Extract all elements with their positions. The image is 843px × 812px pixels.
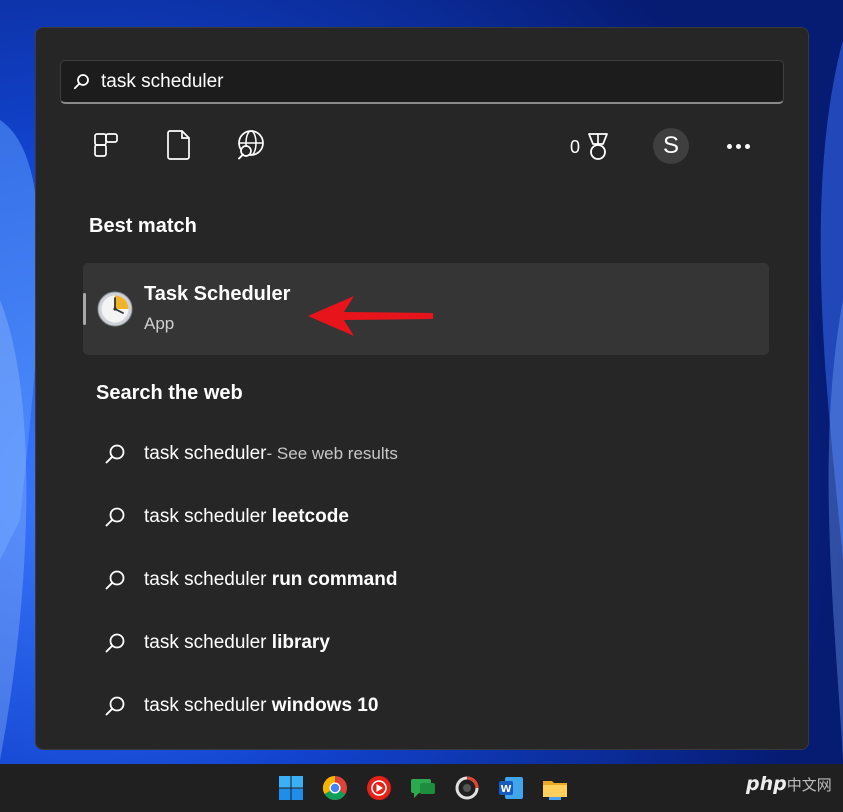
word-icon[interactable]: W xyxy=(496,773,526,803)
web-result-text: task scheduler xyxy=(144,443,267,464)
web-result-text: task scheduler xyxy=(144,569,272,590)
search-web-heading: Search the web xyxy=(96,382,243,404)
chrome-icon[interactable] xyxy=(320,773,350,803)
taskbar: W xyxy=(0,764,843,812)
web-result-bold-text: run command xyxy=(271,569,398,590)
web-result-text: task scheduler xyxy=(144,506,272,527)
search-panel: 0 S Best match Task Scheduler App Sea xyxy=(35,27,809,750)
search-box[interactable] xyxy=(60,60,784,104)
best-match-heading: Best match xyxy=(89,215,197,237)
selection-indicator xyxy=(83,293,86,325)
messages-icon[interactable] xyxy=(408,773,438,803)
rewards-points[interactable]: 0 xyxy=(570,132,612,162)
web-result-bold-text: library xyxy=(271,632,330,653)
web-result-item[interactable]: task scheduler windows 10 xyxy=(103,688,783,724)
search-icon xyxy=(73,74,89,90)
web-result-text: task scheduler xyxy=(144,632,272,653)
web-result-item[interactable]: task scheduler library xyxy=(103,625,783,661)
web-result-suffix: - See web results xyxy=(266,444,398,463)
search-icon xyxy=(103,694,127,718)
account-avatar[interactable]: S xyxy=(653,128,689,164)
web-result-text: task scheduler xyxy=(144,695,272,716)
youtube-music-icon[interactable] xyxy=(364,773,394,803)
apps-filter-icon[interactable] xyxy=(89,128,123,162)
more-dot-icon xyxy=(744,143,750,149)
web-result-item[interactable]: task scheduler run command xyxy=(103,562,783,598)
svg-text:W: W xyxy=(500,784,511,795)
web-filter-icon[interactable] xyxy=(234,128,268,162)
medal-icon xyxy=(588,133,608,160)
search-icon xyxy=(103,568,127,592)
avatar-initial: S xyxy=(662,132,679,159)
search-icon xyxy=(103,442,127,466)
clock-icon xyxy=(97,291,133,327)
app-type: App xyxy=(144,314,175,333)
watermark-site: 中文网 xyxy=(786,776,832,794)
search-icon xyxy=(103,631,127,655)
web-result-bold-text: windows 10 xyxy=(271,695,379,716)
more-options-button[interactable] xyxy=(720,128,756,164)
app-name: Task Scheduler xyxy=(144,283,291,305)
photo-editor-icon[interactable] xyxy=(452,773,482,803)
file-explorer-icon[interactable] xyxy=(540,773,570,803)
web-result-item[interactable]: task scheduler leetcode xyxy=(103,499,783,535)
search-icon xyxy=(103,505,127,529)
more-dot-icon xyxy=(726,143,732,149)
annotation-arrow-icon xyxy=(308,296,433,336)
search-input[interactable] xyxy=(101,67,761,97)
points-count: 0 xyxy=(570,136,581,157)
more-dot-icon xyxy=(735,143,741,149)
web-result-item[interactable]: task scheduler - See web results xyxy=(103,436,783,472)
web-result-bold-text: leetcode xyxy=(271,506,349,527)
documents-filter-icon[interactable] xyxy=(162,128,196,162)
watermark-brand: php xyxy=(746,773,787,795)
watermark: php中文网 xyxy=(746,773,832,795)
windows-start-icon[interactable] xyxy=(276,773,306,803)
